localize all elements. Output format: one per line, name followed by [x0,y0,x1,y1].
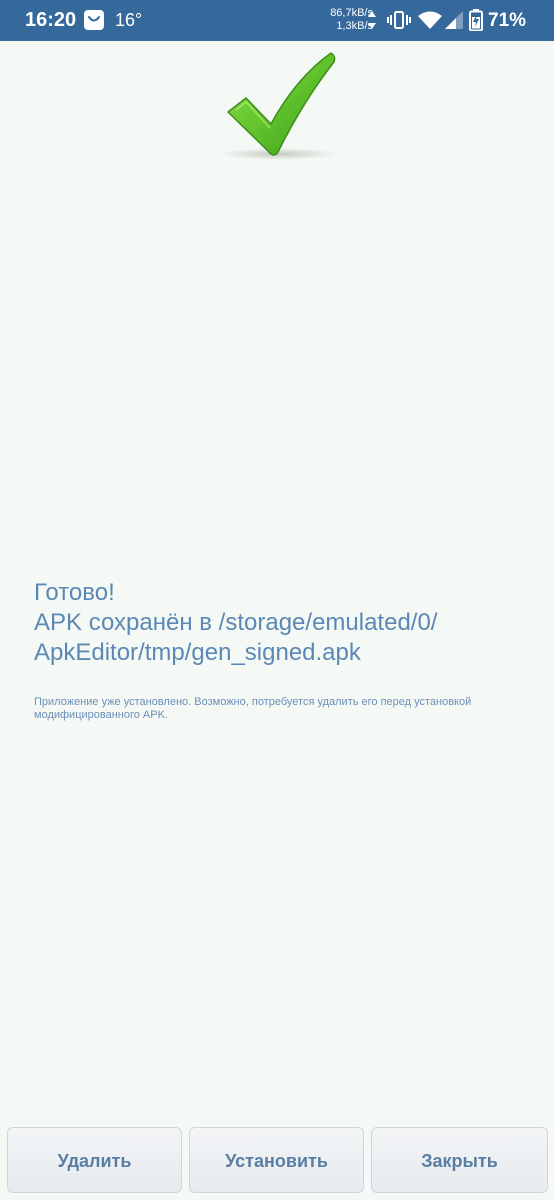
installed-warning: Приложение уже установлено. Возможно, по… [34,696,472,721]
delete-button[interactable]: Удалить [7,1127,182,1193]
network-speed: 86,7kB/s 1,3kB/s [323,7,373,33]
checkmark-icon [218,52,338,160]
vibrate-icon [387,11,411,29]
status-temperature: 16° [115,10,143,30]
speed-down: 86,7kB/s [330,7,373,19]
result-title: Готово! [34,579,115,606]
battery-percent: 71% [488,10,527,31]
signal-icon [445,11,463,29]
battery-icon [469,9,483,31]
result-message: Готово! APK сохранён в /storage/emulated… [34,578,534,668]
install-button[interactable]: Установить [189,1127,364,1193]
result-path-line1: APK сохранён в /storage/emulated/0/ [34,609,438,636]
status-time: 16:20 [25,9,77,31]
status-bar: 16:20 16° 86,7kB/s 1,3kB/s 71% [0,0,554,41]
screen: 16:20 16° 86,7kB/s 1,3kB/s 71% Готово! A… [0,0,554,1200]
wifi-icon [418,11,442,29]
speed-arrows-icon [368,11,376,29]
shop-icon [84,10,104,30]
close-button[interactable]: Закрыть [371,1127,548,1193]
result-path-line2: ApkEditor/tmp/gen_signed.apk [34,639,361,666]
speed-up: 1,3kB/s [336,20,373,32]
